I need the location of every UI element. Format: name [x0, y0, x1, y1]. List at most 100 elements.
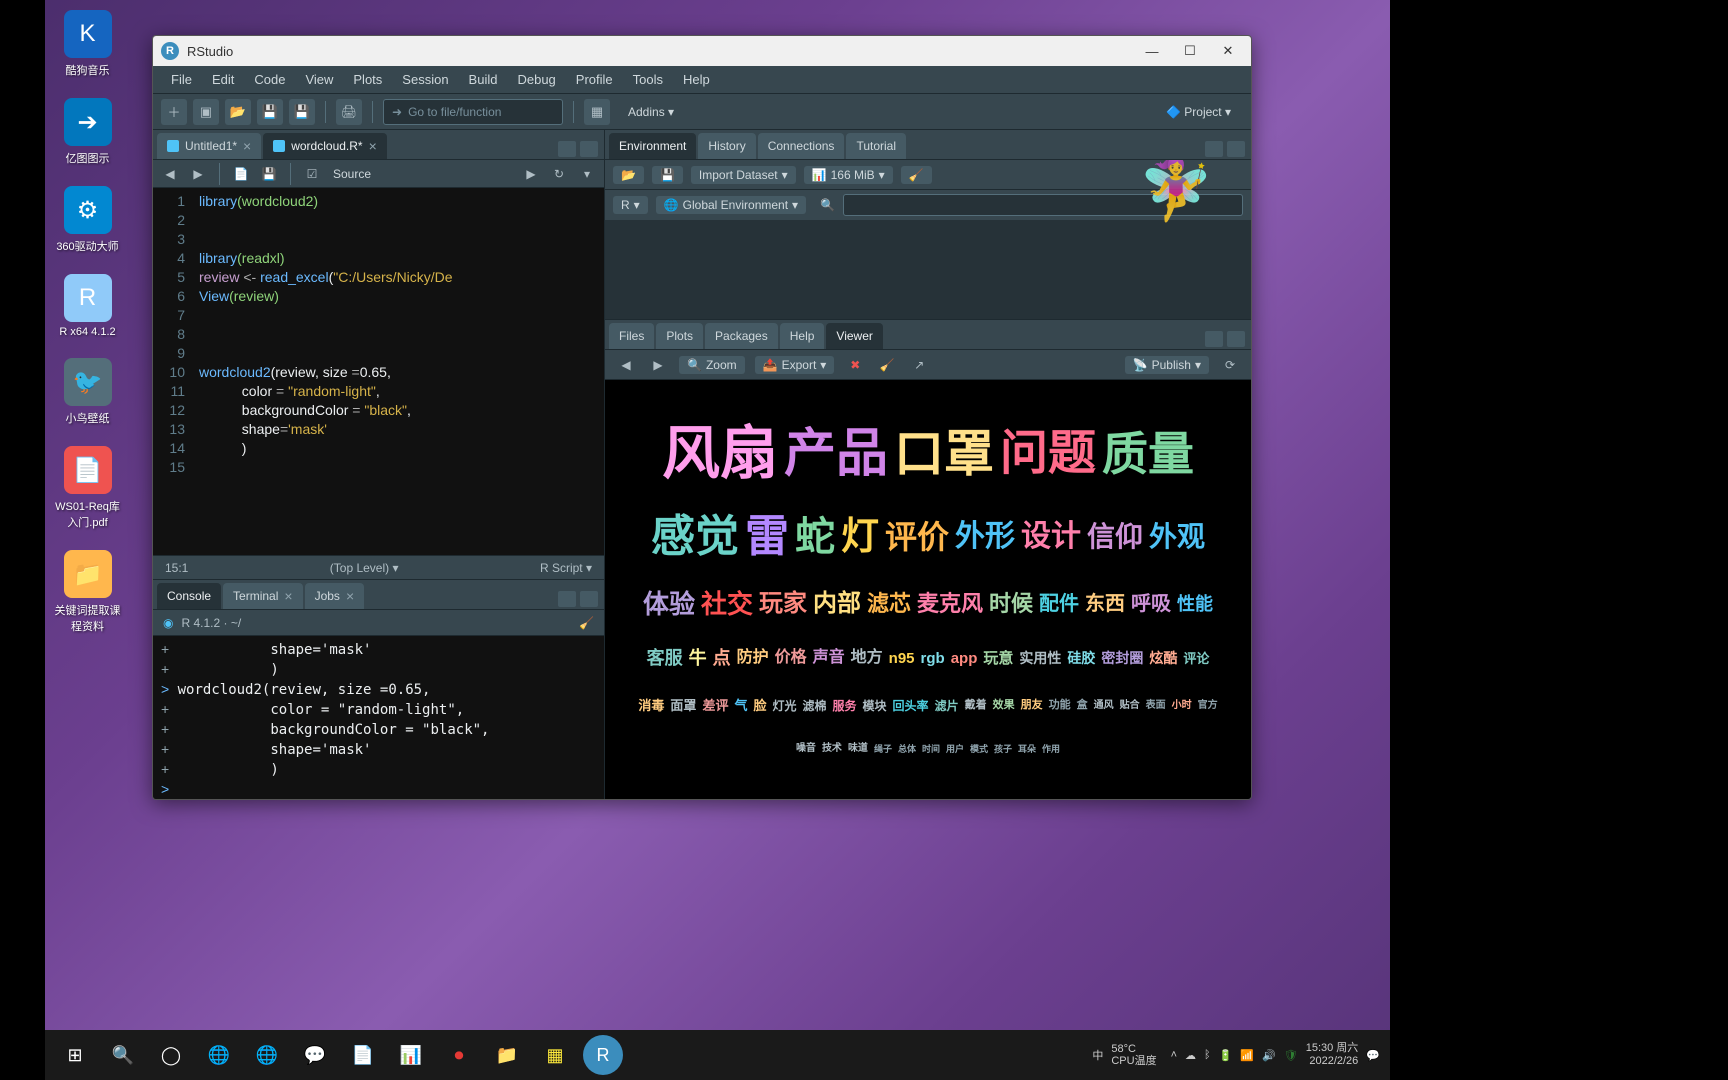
source-menu-button[interactable]: ▾: [576, 163, 598, 185]
viewer-tab-packages[interactable]: Packages: [705, 323, 778, 349]
maximize-pane-button[interactable]: [580, 141, 598, 157]
notifications-icon[interactable]: 💬: [1366, 1049, 1380, 1062]
explorer-icon[interactable]: 📁: [487, 1035, 527, 1075]
zoom-button[interactable]: 🔍 Zoom: [679, 356, 745, 374]
export-button[interactable]: 📤 Export ▾: [755, 356, 835, 374]
battery-icon[interactable]: 🔋: [1219, 1049, 1233, 1062]
env-search-input[interactable]: [843, 194, 1243, 216]
viewer-back-button[interactable]: ◀: [615, 354, 637, 376]
cpu-temp[interactable]: 58°C CPU温度: [1111, 1043, 1156, 1067]
open-file-button[interactable]: 📂: [225, 99, 251, 125]
desktop-icon[interactable]: 📄WS01-Req库入门.pdf: [50, 446, 125, 530]
close-tab-icon[interactable]: ×: [284, 588, 292, 604]
wechat-icon[interactable]: 💬: [295, 1035, 335, 1075]
menu-build[interactable]: Build: [459, 68, 508, 91]
console-tab-console[interactable]: Console: [157, 583, 221, 609]
maximize-console-button[interactable]: [580, 591, 598, 607]
browser-icon[interactable]: 🌐: [199, 1035, 239, 1075]
close-button[interactable]: ✕: [1213, 37, 1243, 65]
close-tab-icon[interactable]: ×: [243, 138, 251, 154]
console-tab-jobs[interactable]: Jobs×: [305, 583, 365, 609]
language-selector[interactable]: R Script ▾: [540, 561, 592, 575]
search-button[interactable]: 🔍: [103, 1035, 143, 1075]
minimize-viewer-button[interactable]: [1205, 331, 1223, 347]
menu-help[interactable]: Help: [673, 68, 720, 91]
back-button[interactable]: ◀: [159, 163, 181, 185]
source-tab[interactable]: Untitled1*×: [157, 133, 261, 159]
env-tab-environment[interactable]: Environment: [609, 133, 696, 159]
menu-debug[interactable]: Debug: [507, 68, 565, 91]
new-project-button[interactable]: ▣: [193, 99, 219, 125]
refresh-viewer-button[interactable]: ⟳: [1219, 354, 1241, 376]
wifi-icon[interactable]: 📶: [1240, 1049, 1254, 1062]
save-button[interactable]: 💾: [257, 99, 283, 125]
minimize-env-button[interactable]: [1205, 141, 1223, 157]
menu-profile[interactable]: Profile: [566, 68, 623, 91]
maximize-viewer-button[interactable]: [1227, 331, 1245, 347]
env-tab-tutorial[interactable]: Tutorial: [846, 133, 906, 159]
clock[interactable]: 15:30 周六 2022/2/26: [1306, 1042, 1359, 1068]
desktop-icon[interactable]: ➔亿图图示: [50, 98, 125, 166]
minimize-console-button[interactable]: [558, 591, 576, 607]
popout-button[interactable]: ↗: [908, 354, 930, 376]
scope-selector[interactable]: 🌐 Global Environment ▾: [656, 196, 806, 214]
desktop-icon[interactable]: K酷狗音乐: [50, 10, 125, 78]
menu-view[interactable]: View: [295, 68, 343, 91]
viewer-tab-viewer[interactable]: Viewer: [826, 323, 882, 349]
desktop-icon[interactable]: 🐦小鸟壁纸: [50, 358, 125, 426]
save-workspace-button[interactable]: 💾: [652, 166, 683, 184]
viewer-tab-files[interactable]: Files: [609, 323, 654, 349]
scope-selector[interactable]: (Top Level) ▾: [330, 561, 399, 575]
forward-button[interactable]: ▶: [187, 163, 209, 185]
language-selector[interactable]: R ▾: [613, 196, 648, 214]
console-tab-terminal[interactable]: Terminal×: [223, 583, 303, 609]
office-icon[interactable]: 📄: [343, 1035, 383, 1075]
new-file-button[interactable]: ＋: [161, 99, 187, 125]
save-src-button[interactable]: 💾: [258, 163, 280, 185]
viewer-forward-button[interactable]: ▶: [647, 354, 669, 376]
recorder-icon[interactable]: ⏺: [439, 1035, 479, 1075]
import-dataset-button[interactable]: Import Dataset ▾: [691, 166, 796, 184]
menu-code[interactable]: Code: [244, 68, 295, 91]
viewer-tab-plots[interactable]: Plots: [656, 323, 703, 349]
edge-icon[interactable]: 🌐: [247, 1035, 287, 1075]
console-output[interactable]: + shape='mask' + ) > wordcloud2(review, …: [153, 636, 604, 799]
cortana-icon[interactable]: ◯: [151, 1035, 191, 1075]
cloud-icon[interactable]: ☁: [1185, 1049, 1196, 1062]
grid-button[interactable]: ▦: [584, 99, 610, 125]
powerpoint-icon[interactable]: 📊: [391, 1035, 431, 1075]
remove-viewer-button[interactable]: ✖: [844, 354, 866, 376]
ime-indicator[interactable]: 中: [1092, 1047, 1103, 1063]
viewer-tab-help[interactable]: Help: [780, 323, 825, 349]
run-button[interactable]: ▶: [520, 163, 542, 185]
menu-tools[interactable]: Tools: [623, 68, 673, 91]
volume-icon[interactable]: 🔊: [1262, 1049, 1276, 1062]
code-area[interactable]: library(wordcloud2) library(readxl) revi…: [193, 188, 604, 555]
desktop-icon[interactable]: ⚙360驱动大师: [50, 186, 125, 254]
close-tab-icon[interactable]: ×: [346, 588, 354, 604]
source-tab[interactable]: wordcloud.R*×: [263, 133, 387, 159]
desktop-icon[interactable]: RR x64 4.1.2: [50, 274, 125, 338]
load-workspace-button[interactable]: 📂: [613, 166, 644, 184]
security-icon[interactable]: 🛡: [1284, 1049, 1298, 1062]
menu-file[interactable]: File: [161, 68, 202, 91]
start-button[interactable]: ⊞: [55, 1035, 95, 1075]
addins-menu[interactable]: Addins ▾: [616, 101, 686, 123]
save-all-button[interactable]: 💾: [289, 99, 315, 125]
project-menu[interactable]: 🔷 Project ▾: [1154, 101, 1243, 123]
menu-plots[interactable]: Plots: [343, 68, 392, 91]
menu-edit[interactable]: Edit: [202, 68, 244, 91]
env-tab-history[interactable]: History: [698, 133, 755, 159]
show-doc-button[interactable]: 📄: [230, 163, 252, 185]
rerun-button[interactable]: ↻: [548, 163, 570, 185]
print-button[interactable]: 🖨: [336, 99, 362, 125]
clear-console-button[interactable]: 🧹: [579, 616, 594, 630]
menu-session[interactable]: Session: [392, 68, 458, 91]
desktop-icon[interactable]: 📁关键词提取课程资料: [50, 550, 125, 634]
app-icon[interactable]: ▦: [535, 1035, 575, 1075]
bluetooth-icon[interactable]: ᛒ: [1204, 1049, 1211, 1061]
memory-indicator[interactable]: 📊 166 MiB ▾: [804, 166, 893, 184]
rstudio-task-icon[interactable]: R: [583, 1035, 623, 1075]
clear-env-button[interactable]: 🧹: [901, 166, 932, 184]
clear-viewer-button[interactable]: 🧹: [876, 354, 898, 376]
